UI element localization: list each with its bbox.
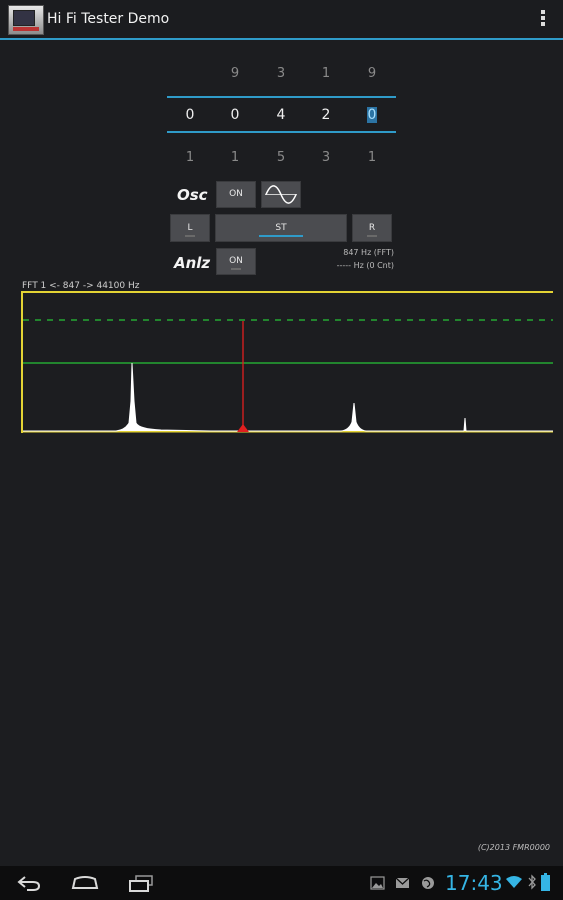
copyright-text: (C)2013 FMR0000 (477, 843, 550, 852)
app-icon (8, 5, 44, 35)
analyzer-toggle-label: ON (229, 256, 243, 266)
left-channel-indicator (185, 235, 195, 237)
app-title: Hi Fi Tester Demo (47, 11, 170, 27)
spectrum-plot[interactable] (21, 291, 553, 433)
picker-divider-bottom (167, 131, 396, 133)
back-icon[interactable] (15, 873, 43, 893)
spectrum-caption: FFT 1 <- 847 -> 44100 Hz (22, 281, 140, 291)
sine-wave-icon (265, 185, 297, 204)
analyzer-toggle-button[interactable]: ON (216, 248, 256, 275)
mail-notification-icon (395, 877, 410, 888)
gallery-notification-icon (370, 876, 385, 890)
digit-below[interactable]: 5 (268, 150, 294, 165)
bluetooth-icon (528, 874, 536, 890)
digit-below[interactable]: 1 (222, 150, 248, 165)
digit-above[interactable]: 9 (222, 66, 248, 81)
oscillator-toggle-button[interactable]: ON (216, 181, 256, 208)
digit-above[interactable]: 9 (359, 66, 385, 81)
picker-divider-top (167, 96, 396, 98)
digit-current[interactable]: 0 (222, 107, 248, 123)
action-bar: Hi Fi Tester Demo (0, 0, 563, 40)
fft-frequency-readout: 847 Hz (FFT) (343, 248, 394, 257)
digit-above[interactable]: 3 (268, 66, 294, 81)
battery-icon (541, 873, 550, 891)
system-navigation-bar: 17:43 (0, 866, 563, 900)
home-icon[interactable] (70, 873, 100, 893)
left-channel-button[interactable]: L (170, 214, 210, 242)
right-channel-button[interactable]: R (352, 214, 392, 242)
analyzer-toggle-indicator (231, 268, 241, 270)
left-channel-label: L (187, 223, 193, 233)
right-channel-indicator (367, 235, 377, 237)
frequency-marker-head (237, 424, 249, 432)
digit-current-selected[interactable]: 0 (367, 107, 377, 123)
digit-current[interactable]: 4 (268, 107, 294, 123)
stereo-channel-indicator (259, 235, 303, 237)
spectrum-trace (23, 362, 553, 432)
right-channel-label: R (368, 223, 376, 233)
wifi-icon (506, 876, 522, 888)
count-frequency-readout: ----- Hz (0 Cnt) (336, 261, 394, 270)
digit-below[interactable]: 1 (359, 150, 385, 165)
digit-below[interactable]: 1 (177, 150, 203, 165)
clock: 17:43 (445, 871, 503, 895)
digit-above[interactable]: 1 (313, 66, 339, 81)
digit-current[interactable]: 0 (177, 107, 203, 123)
analyzer-label: Anlz (174, 254, 211, 272)
stereo-channel-button[interactable]: ST (215, 214, 347, 242)
digit-below[interactable]: 3 (313, 150, 339, 165)
stereo-channel-label: ST (275, 223, 287, 233)
oscillator-toggle-label: ON (229, 189, 243, 199)
globe-icon (422, 877, 434, 889)
waveform-button[interactable] (261, 181, 301, 208)
overflow-menu-icon[interactable] (541, 10, 545, 28)
recent-apps-icon[interactable] (127, 873, 155, 893)
oscillator-label: Osc (177, 186, 208, 204)
digit-current[interactable]: 2 (313, 107, 339, 123)
